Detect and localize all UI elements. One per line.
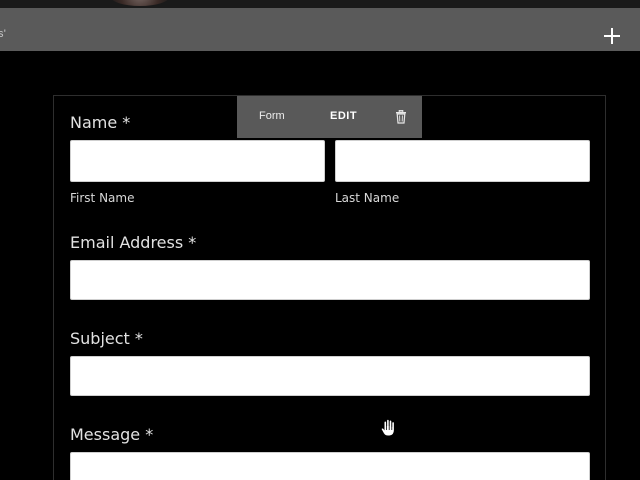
- block-type-label: Form: [259, 110, 285, 122]
- top-image-strip: [0, 0, 640, 8]
- breadcrumb-fragment: s': [0, 28, 7, 40]
- first-name-input[interactable]: [70, 140, 325, 182]
- block-toolbar: Form EDIT: [237, 96, 422, 138]
- last-name-sublabel: Last Name: [335, 191, 400, 205]
- subject-label: Subject *: [70, 329, 143, 348]
- message-textarea[interactable]: [70, 452, 590, 480]
- hand-cursor-icon: [380, 418, 398, 438]
- message-label: Message *: [70, 425, 154, 444]
- section-toolbar: s': [0, 8, 640, 51]
- trash-icon[interactable]: [395, 109, 407, 124]
- edit-button[interactable]: EDIT: [330, 110, 357, 122]
- name-label: Name *: [70, 113, 131, 132]
- header-image-fragment: [110, 0, 170, 6]
- editor-canvas: s' Form EDIT Name * First Name Last Name…: [0, 0, 640, 480]
- subject-input[interactable]: [70, 356, 590, 396]
- email-input[interactable]: [70, 260, 590, 300]
- first-name-sublabel: First Name: [70, 191, 135, 205]
- last-name-input[interactable]: [335, 140, 590, 182]
- email-label: Email Address *: [70, 233, 197, 252]
- add-block-button[interactable]: [599, 23, 625, 49]
